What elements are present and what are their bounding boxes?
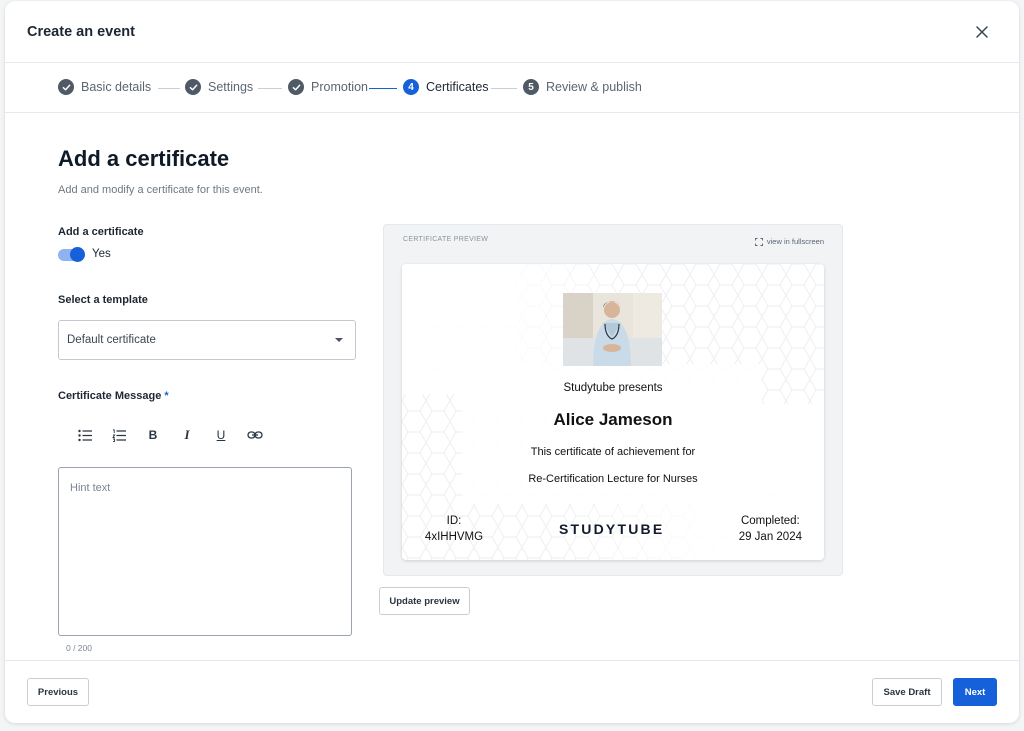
modal-header: Create an event	[5, 1, 1019, 63]
check-icon	[288, 79, 304, 95]
create-event-modal: Create an event Basic details Settings P…	[5, 1, 1019, 723]
fullscreen-label: view in fullscreen	[766, 237, 824, 246]
step-connector	[369, 88, 397, 89]
step-review-publish[interactable]: 5 Review & publish	[523, 79, 642, 95]
template-label: Select a template	[58, 294, 148, 306]
bullet-list-icon	[77, 429, 92, 441]
check-icon	[185, 79, 201, 95]
required-mark: *	[164, 390, 169, 402]
template-select[interactable]: Default certificate	[58, 320, 356, 360]
message-placeholder: Hint text	[70, 482, 111, 494]
underline-button[interactable]: U	[211, 425, 231, 445]
text-formatting-toolbar: B I U	[75, 425, 279, 445]
modal-footer: Previous Save Draft Next	[5, 660, 1019, 723]
link-button[interactable]	[245, 425, 265, 445]
bold-icon: B	[148, 428, 158, 442]
certificate-description: This certificate of achievement for	[530, 446, 696, 458]
toggle-knob	[70, 247, 85, 262]
link-icon	[247, 431, 263, 439]
bold-button[interactable]: B	[143, 425, 163, 445]
step-connector	[158, 88, 180, 89]
certificate-course: Re-Certification Lecture for Nurses	[528, 473, 698, 485]
step-label: Basic details	[81, 80, 152, 94]
certificate-card: Studytube presents Alice Jameson This ce…	[402, 264, 824, 560]
step-certificates[interactable]: 4 Certificates	[403, 79, 489, 95]
close-icon	[976, 26, 988, 38]
add-certificate-toggle[interactable]	[58, 247, 85, 262]
certificate-preview-panel: CERTIFICATE PREVIEW view in fullscreen S…	[383, 224, 843, 576]
check-icon	[58, 79, 74, 95]
view-fullscreen-link[interactable]: view in fullscreen	[754, 237, 824, 246]
step-label: Settings	[208, 80, 254, 94]
previous-button[interactable]: Previous	[27, 678, 89, 706]
completed-date: 29 Jan 2024	[738, 531, 802, 543]
step-label: Review & publish	[546, 80, 642, 94]
numbered-list-icon	[111, 428, 126, 442]
preview-label: CERTIFICATE PREVIEW	[403, 236, 489, 243]
page-title: Add a certificate	[58, 146, 230, 171]
italic-button[interactable]: I	[177, 425, 197, 445]
step-label: Promotion	[311, 80, 368, 94]
italic-icon: I	[184, 427, 190, 442]
caret-down-icon	[335, 338, 343, 342]
certificate-message-label: Certificate Message *	[58, 390, 169, 402]
update-preview-button[interactable]: Update preview	[379, 587, 470, 615]
next-button[interactable]: Next	[953, 678, 997, 706]
nurse-photo	[563, 293, 662, 366]
step-number: 5	[523, 79, 539, 95]
certificate-id: ID: 4xIHHVMG	[424, 513, 484, 545]
certificate-presents: Studytube presents	[563, 382, 663, 394]
certificate-id-label: ID:	[446, 515, 462, 527]
step-settings[interactable]: Settings	[185, 79, 253, 95]
step-basic-details[interactable]: Basic details	[58, 79, 151, 95]
message-label-text: Certificate Message	[58, 390, 162, 402]
completed-label: Completed:	[740, 515, 800, 527]
step-connector	[258, 88, 282, 89]
character-count: 0 / 200	[66, 643, 92, 653]
numbered-list-button[interactable]	[109, 425, 129, 445]
step-number: 4	[403, 79, 419, 95]
save-draft-button[interactable]: Save Draft	[872, 678, 942, 706]
step-label: Certificates	[426, 80, 489, 94]
template-select-value: Default certificate	[67, 334, 156, 346]
studytube-logo: STUDYTUBE	[559, 521, 665, 537]
bullet-list-button[interactable]	[75, 425, 95, 445]
stepper: Basic details Settings Promotion 4 Certi…	[5, 63, 1019, 113]
step-connector	[491, 88, 517, 89]
page-subtitle: Add and modify a certificate for this ev…	[58, 184, 263, 196]
fullscreen-icon	[754, 237, 763, 246]
toggle-value: Yes	[92, 248, 111, 260]
close-button[interactable]	[971, 21, 993, 43]
underline-icon: U	[216, 428, 226, 442]
step-promotion[interactable]: Promotion	[288, 79, 368, 95]
add-certificate-label: Add a certificate	[58, 226, 144, 238]
certificate-message-input[interactable]: Hint text	[58, 467, 352, 636]
certificate-id-value: 4xIHHVMG	[424, 531, 484, 543]
certificate-completed: Completed: 29 Jan 2024	[739, 513, 802, 545]
main-content: Add a certificate Add and modify a certi…	[5, 114, 1019, 660]
certificate-recipient-name: Alice Jameson	[553, 410, 673, 429]
modal-title: Create an event	[27, 24, 135, 40]
